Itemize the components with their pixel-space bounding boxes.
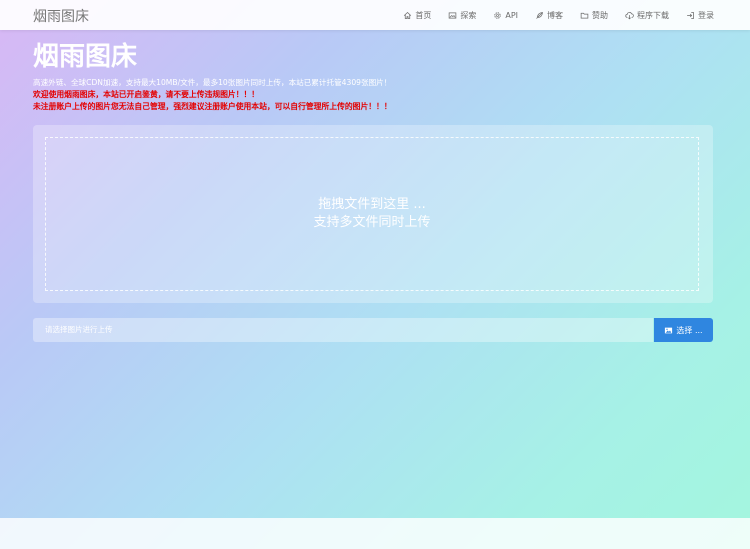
nav-item-explore[interactable]: 探索 (448, 10, 476, 21)
main-nav: 首页 探索 API 博客 赞助 程序下载 登录 (403, 0, 714, 30)
nav-item-home[interactable]: 首页 (403, 10, 431, 21)
top-navbar: 烟雨图床 首页 探索 API 博客 赞助 程序下载 登录 (0, 0, 750, 30)
file-drop-zone[interactable]: 拖拽文件到这里 ... 支持多文件同时上传 (45, 137, 699, 291)
image-icon (664, 326, 673, 335)
nav-item-label: 程序下载 (637, 10, 669, 20)
home-icon (403, 11, 412, 20)
brand-logo-text[interactable]: 烟雨图床 (33, 6, 89, 26)
choose-button-label: 选择 ... (676, 325, 703, 335)
nav-item-label: 探索 (460, 10, 477, 20)
page-title: 烟雨图床 (33, 42, 138, 72)
nav-item-label: API (505, 10, 518, 20)
drop-zone-hint: 拖拽文件到这里 ... (318, 197, 426, 212)
hero-section: 烟雨图床 (33, 42, 137, 72)
nav-item-label: 博客 (547, 10, 563, 20)
nav-item-sponsor[interactable]: 赞助 (580, 10, 608, 21)
page-footer (0, 518, 750, 549)
nav-item-download[interactable]: 程序下载 (625, 10, 669, 21)
image-icon (448, 11, 457, 20)
register-account-warning: 未注册账户上传的图片您无法自己管理，强烈建议注册账户使用本站，可以自行管理所上传… (33, 102, 392, 111)
content-review-warning: 欢迎使用烟雨图床，本站已开启鉴黄，请不要上传违规图片！！！ (33, 90, 260, 99)
nav-item-blog[interactable]: 博客 (535, 10, 563, 21)
nav-item-label: 首页 (415, 10, 432, 20)
nav-item-label: 登录 (698, 10, 714, 20)
nav-item-login[interactable]: 登录 (686, 10, 714, 21)
file-path-input[interactable]: 请选择图片进行上传 (33, 318, 653, 342)
service-description: 高速外链、全球CDN加速，支持最大10MB/文件，最多10张图片同时上传，本站已… (33, 78, 392, 87)
nav-item-api[interactable]: API (493, 11, 518, 20)
folder-icon (580, 11, 589, 20)
feather-icon (535, 11, 544, 20)
drop-zone-multi-hint: 支持多文件同时上传 (313, 215, 431, 230)
gear-icon (493, 11, 502, 20)
cloud-download-icon (625, 11, 634, 20)
choose-file-button[interactable]: 选择 ... (654, 318, 713, 342)
sign-in-icon (686, 11, 695, 20)
nav-item-label: 赞助 (592, 10, 608, 20)
upload-panel: 拖拽文件到这里 ... 支持多文件同时上传 (33, 125, 713, 303)
